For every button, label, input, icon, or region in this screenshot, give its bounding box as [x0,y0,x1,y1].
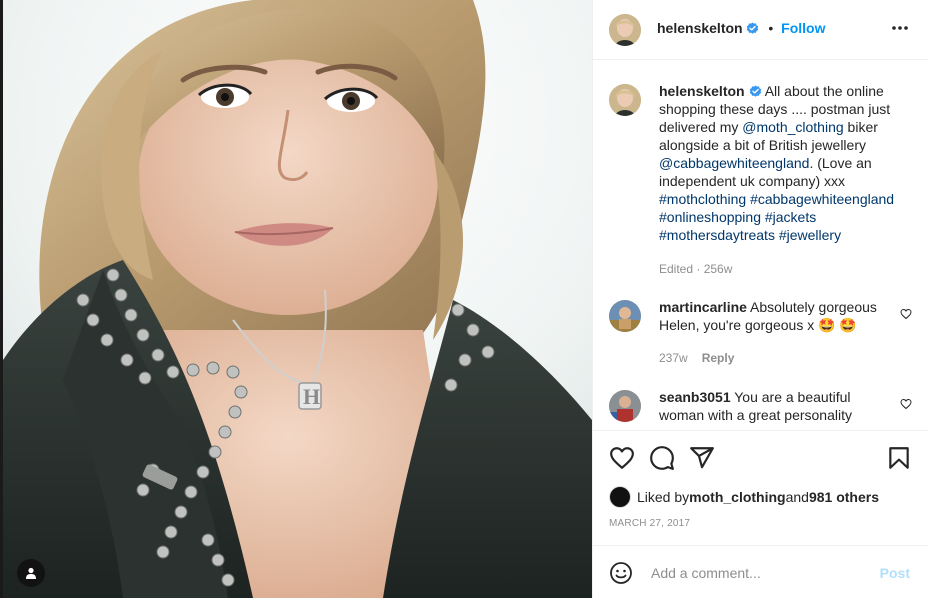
svg-text:H: H [303,384,320,409]
emoji-smiley-icon[interactable] [609,561,633,585]
post-actions: Liked by moth_clothing and 981 others MA… [593,430,928,545]
comment-text: martincarline Absolutely gorgeous Helen,… [659,298,889,334]
author-username[interactable]: helenskelton [657,20,743,36]
mention-link[interactable]: @cabbagewhiteengland [659,155,809,171]
post-comment-button[interactable]: Post [880,565,910,581]
selfie-image: H [3,0,592,598]
add-comment-bar: Post [593,545,928,598]
hashtag-link[interactable]: #cabbagewhiteengland [750,191,894,207]
user-tag-button[interactable] [17,559,45,587]
heart-icon[interactable] [609,445,635,471]
comments-list[interactable]: helenskelton All about the online shoppi… [593,60,928,430]
caption-meta: Edited · 256w [659,262,733,276]
bookmark-icon[interactable] [886,445,912,471]
caption-text: helenskelton All about the online shoppi… [659,82,914,244]
hashtag-link[interactable]: #onlineshopping [659,209,761,225]
like-comment-heart-icon[interactable] [900,308,912,320]
user-tag-icon [26,567,36,579]
likes-prefix: Liked by [637,489,690,505]
post-photo[interactable]: H [0,0,592,598]
comment-text: seanb3051 You are a beautiful woman with… [659,388,889,424]
verified-badge-icon [747,22,759,34]
hashtag-link[interactable]: #jackets [765,209,816,225]
author-avatar[interactable] [609,14,641,46]
likes-summary: Liked by moth_clothing and 981 others [609,486,879,508]
more-options-icon[interactable] [890,18,910,38]
paper-plane-icon[interactable] [689,445,715,471]
post-side-panel: helenskelton • Follow helenskelton All a… [592,0,929,598]
comment-age: 237w [659,351,688,365]
comment-bubble-icon[interactable] [649,445,675,471]
commenter-username[interactable]: martincarline [659,299,747,315]
reply-button[interactable]: Reply [702,351,735,365]
post-date[interactable]: MARCH 27, 2017 [609,518,690,529]
verified-badge-icon [749,85,761,97]
likes-others[interactable]: 981 others [809,489,879,505]
like-comment-heart-icon[interactable] [900,398,912,410]
follow-button[interactable]: Follow [781,20,825,36]
hashtag-link[interactable]: #mothersdaytreats [659,227,775,243]
post-header: helenskelton • Follow [593,0,928,60]
add-comment-input[interactable] [649,559,873,587]
mention-link[interactable]: @moth_clothing [742,119,843,135]
hashtag-link[interactable]: #mothclothing [659,191,746,207]
commenter-avatar[interactable] [609,300,641,332]
caption-username[interactable]: helenskelton [659,83,745,99]
likes-middle: and [785,489,809,505]
caption-avatar[interactable] [609,84,641,116]
header-author: helenskelton • Follow [657,20,826,36]
header-separator: • [768,20,774,36]
hashtag-link[interactable]: #jewellery [779,227,841,243]
comment-meta: 237w Reply [659,351,734,365]
commenter-username[interactable]: seanb3051 [659,389,731,405]
liker-username[interactable]: moth_clothing [689,489,785,505]
liker-avatar[interactable] [609,486,631,508]
commenter-avatar[interactable] [609,390,641,422]
